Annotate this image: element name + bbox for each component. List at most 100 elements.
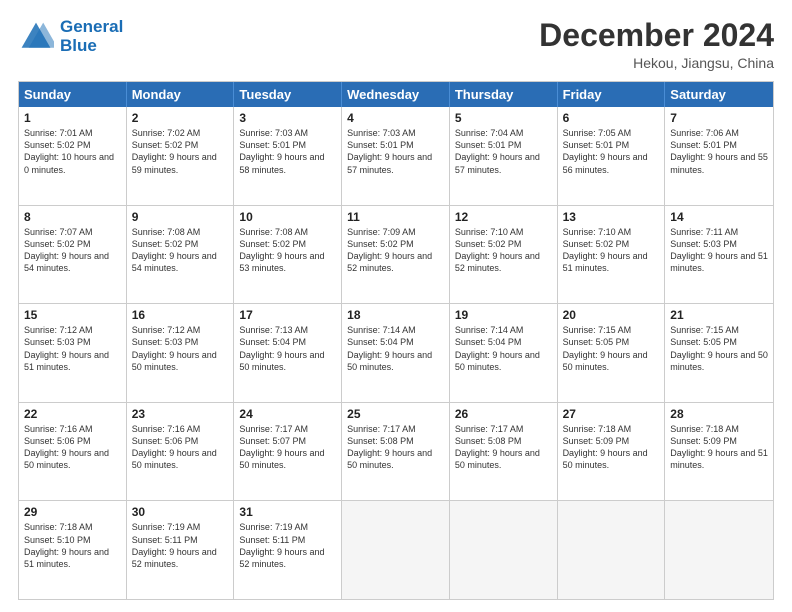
day-cell-21: 21 Sunrise: 7:15 AM Sunset: 5:05 PM Dayli… [665, 304, 773, 402]
calendar-row-4: 29 Sunrise: 7:18 AM Sunset: 5:10 PM Dayli… [19, 500, 773, 599]
header-day-friday: Friday [558, 82, 666, 107]
empty-cell [342, 501, 450, 599]
day-number: 27 [563, 407, 660, 421]
cell-info: Sunrise: 7:10 AM Sunset: 5:02 PM Dayligh… [563, 226, 660, 275]
cell-info: Sunrise: 7:18 AM Sunset: 5:09 PM Dayligh… [670, 423, 768, 472]
calendar-row-2: 15 Sunrise: 7:12 AM Sunset: 5:03 PM Dayli… [19, 303, 773, 402]
cell-info: Sunrise: 7:05 AM Sunset: 5:01 PM Dayligh… [563, 127, 660, 176]
day-number: 22 [24, 407, 121, 421]
cell-info: Sunrise: 7:19 AM Sunset: 5:11 PM Dayligh… [132, 521, 229, 570]
day-number: 9 [132, 210, 229, 224]
day-number: 16 [132, 308, 229, 322]
day-cell-13: 13 Sunrise: 7:10 AM Sunset: 5:02 PM Dayli… [558, 206, 666, 304]
day-number: 2 [132, 111, 229, 125]
day-cell-24: 24Sunrise: 7:17 AM Sunset: 5:07 PM Dayli… [234, 403, 342, 501]
day-cell-15: 15 Sunrise: 7:12 AM Sunset: 5:03 PM Dayli… [19, 304, 127, 402]
cell-info: Sunrise: 7:16 AM Sunset: 5:06 PM Dayligh… [132, 423, 229, 472]
day-cell-26: 26 Sunrise: 7:17 AM Sunset: 5:08 PM Dayli… [450, 403, 558, 501]
cell-info: Sunrise: 7:17 AM Sunset: 5:08 PM Dayligh… [347, 423, 444, 472]
cell-info: Sunrise: 7:15 AM Sunset: 5:05 PM Dayligh… [670, 324, 768, 373]
logo-general: General [60, 17, 123, 36]
day-cell-20: 20 Sunrise: 7:15 AM Sunset: 5:05 PM Dayli… [558, 304, 666, 402]
day-number: 25 [347, 407, 444, 421]
day-number: 4 [347, 111, 444, 125]
logo-icon [18, 19, 54, 55]
calendar-header: SundayMondayTuesdayWednesdayThursdayFrid… [19, 82, 773, 107]
header-day-tuesday: Tuesday [234, 82, 342, 107]
header-day-monday: Monday [127, 82, 235, 107]
day-number: 20 [563, 308, 660, 322]
header: General Blue December 2024 Hekou, Jiangs… [18, 18, 774, 71]
day-cell-29: 29 Sunrise: 7:18 AM Sunset: 5:10 PM Dayli… [19, 501, 127, 599]
day-cell-6: 6Sunrise: 7:05 AM Sunset: 5:01 PM Daylig… [558, 107, 666, 205]
cell-info: Sunrise: 7:18 AM Sunset: 5:10 PM Dayligh… [24, 521, 121, 570]
cell-info: Sunrise: 7:08 AM Sunset: 5:02 PM Dayligh… [132, 226, 229, 275]
location: Hekou, Jiangsu, China [539, 55, 774, 71]
cell-info: Sunrise: 7:06 AM Sunset: 5:01 PM Dayligh… [670, 127, 768, 176]
page: General Blue December 2024 Hekou, Jiangs… [0, 0, 792, 612]
title-block: December 2024 Hekou, Jiangsu, China [539, 18, 774, 71]
day-number: 8 [24, 210, 121, 224]
day-number: 19 [455, 308, 552, 322]
day-number: 21 [670, 308, 768, 322]
cell-info: Sunrise: 7:12 AM Sunset: 5:03 PM Dayligh… [132, 324, 229, 373]
day-cell-16: 16 Sunrise: 7:12 AM Sunset: 5:03 PM Dayli… [127, 304, 235, 402]
day-number: 14 [670, 210, 768, 224]
day-number: 29 [24, 505, 121, 519]
day-number: 11 [347, 210, 444, 224]
day-cell-25: 25 Sunrise: 7:17 AM Sunset: 5:08 PM Dayli… [342, 403, 450, 501]
month-title: December 2024 [539, 18, 774, 53]
day-cell-3: 3 Sunrise: 7:03 AM Sunset: 5:01 PM Daylig… [234, 107, 342, 205]
day-cell-17: 17Sunrise: 7:13 AM Sunset: 5:04 PM Dayli… [234, 304, 342, 402]
cell-info: Sunrise: 7:17 AM Sunset: 5:08 PM Dayligh… [455, 423, 552, 472]
empty-cell [558, 501, 666, 599]
cell-info: Sunrise: 7:19 AM Sunset: 5:11 PM Dayligh… [239, 521, 336, 570]
cell-info: Sunrise: 7:16 AM Sunset: 5:06 PM Dayligh… [24, 423, 121, 472]
cell-info: Sunrise: 7:03 AM Sunset: 5:01 PM Dayligh… [347, 127, 444, 176]
day-cell-5: 5Sunrise: 7:04 AM Sunset: 5:01 PM Daylig… [450, 107, 558, 205]
day-cell-9: 9 Sunrise: 7:08 AM Sunset: 5:02 PM Daylig… [127, 206, 235, 304]
cell-info: Sunrise: 7:04 AM Sunset: 5:01 PM Dayligh… [455, 127, 552, 176]
day-cell-30: 30 Sunrise: 7:19 AM Sunset: 5:11 PM Dayli… [127, 501, 235, 599]
day-cell-11: 11 Sunrise: 7:09 AM Sunset: 5:02 PM Dayli… [342, 206, 450, 304]
day-cell-18: 18 Sunrise: 7:14 AM Sunset: 5:04 PM Dayli… [342, 304, 450, 402]
day-number: 13 [563, 210, 660, 224]
day-cell-14: 14Sunrise: 7:11 AM Sunset: 5:03 PM Dayli… [665, 206, 773, 304]
day-number: 23 [132, 407, 229, 421]
day-cell-1: 1 Sunrise: 7:01 AM Sunset: 5:02 PM Daylig… [19, 107, 127, 205]
logo-text: General Blue [60, 18, 123, 55]
day-number: 31 [239, 505, 336, 519]
cell-info: Sunrise: 7:02 AM Sunset: 5:02 PM Dayligh… [132, 127, 229, 176]
calendar-row-3: 22 Sunrise: 7:16 AM Sunset: 5:06 PM Dayli… [19, 402, 773, 501]
header-day-sunday: Sunday [19, 82, 127, 107]
calendar: SundayMondayTuesdayWednesdayThursdayFrid… [18, 81, 774, 600]
day-number: 1 [24, 111, 121, 125]
cell-info: Sunrise: 7:09 AM Sunset: 5:02 PM Dayligh… [347, 226, 444, 275]
cell-info: Sunrise: 7:14 AM Sunset: 5:04 PM Dayligh… [347, 324, 444, 373]
day-number: 18 [347, 308, 444, 322]
cell-info: Sunrise: 7:12 AM Sunset: 5:03 PM Dayligh… [24, 324, 121, 373]
day-cell-19: 19 Sunrise: 7:14 AM Sunset: 5:04 PM Dayli… [450, 304, 558, 402]
cell-info: Sunrise: 7:15 AM Sunset: 5:05 PM Dayligh… [563, 324, 660, 373]
day-number: 15 [24, 308, 121, 322]
day-number: 26 [455, 407, 552, 421]
header-day-thursday: Thursday [450, 82, 558, 107]
day-number: 7 [670, 111, 768, 125]
cell-info: Sunrise: 7:10 AM Sunset: 5:02 PM Dayligh… [455, 226, 552, 275]
cell-info: Sunrise: 7:01 AM Sunset: 5:02 PM Dayligh… [24, 127, 121, 176]
header-day-wednesday: Wednesday [342, 82, 450, 107]
cell-info: Sunrise: 7:08 AM Sunset: 5:02 PM Dayligh… [239, 226, 336, 275]
calendar-row-1: 8Sunrise: 7:07 AM Sunset: 5:02 PM Daylig… [19, 205, 773, 304]
day-cell-12: 12Sunrise: 7:10 AM Sunset: 5:02 PM Dayli… [450, 206, 558, 304]
calendar-body: 1 Sunrise: 7:01 AM Sunset: 5:02 PM Daylig… [19, 107, 773, 599]
day-number: 3 [239, 111, 336, 125]
cell-info: Sunrise: 7:14 AM Sunset: 5:04 PM Dayligh… [455, 324, 552, 373]
day-cell-2: 2 Sunrise: 7:02 AM Sunset: 5:02 PM Daylig… [127, 107, 235, 205]
day-cell-10: 10Sunrise: 7:08 AM Sunset: 5:02 PM Dayli… [234, 206, 342, 304]
cell-info: Sunrise: 7:03 AM Sunset: 5:01 PM Dayligh… [239, 127, 336, 176]
day-cell-8: 8Sunrise: 7:07 AM Sunset: 5:02 PM Daylig… [19, 206, 127, 304]
logo: General Blue [18, 18, 123, 55]
cell-info: Sunrise: 7:17 AM Sunset: 5:07 PM Dayligh… [239, 423, 336, 472]
day-number: 30 [132, 505, 229, 519]
empty-cell [450, 501, 558, 599]
